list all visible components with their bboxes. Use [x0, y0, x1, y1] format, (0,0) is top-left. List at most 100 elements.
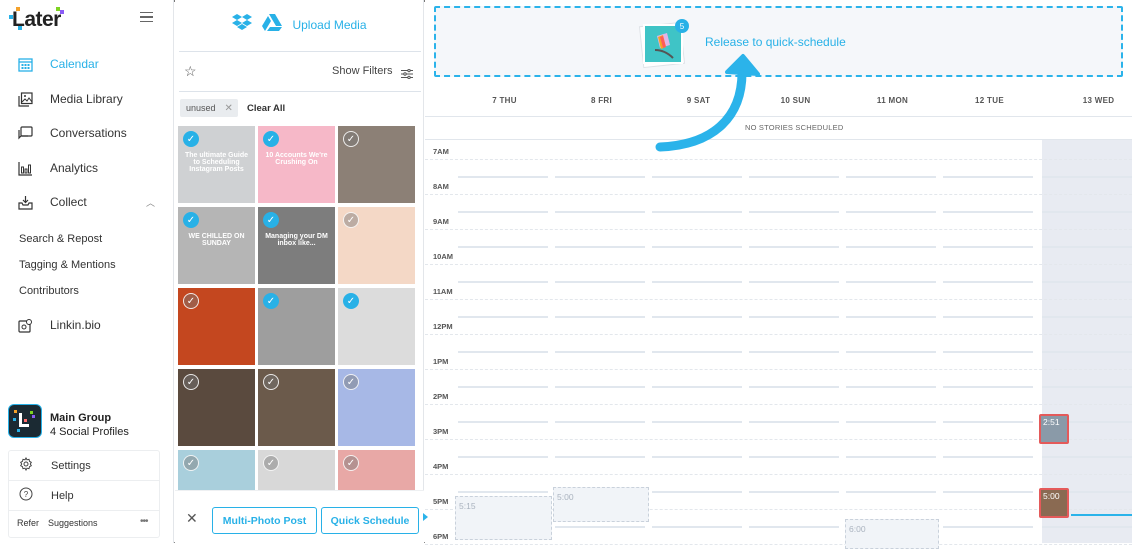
- time-slot[interactable]: [943, 351, 1033, 353]
- time-slot[interactable]: [458, 351, 548, 353]
- time-slot[interactable]: [749, 386, 839, 388]
- show-filters-button[interactable]: Show Filters: [332, 65, 393, 77]
- sub-tagging-mentions[interactable]: Tagging & Mentions: [19, 259, 116, 271]
- time-slot[interactable]: [555, 526, 645, 528]
- media-tile[interactable]: Managing your DM inbox like... ✓: [258, 207, 335, 284]
- unchecked-icon[interactable]: ✓: [343, 212, 359, 228]
- time-slot[interactable]: [555, 351, 645, 353]
- menu-toggle-icon[interactable]: [140, 12, 153, 22]
- unchecked-icon[interactable]: ✓: [183, 374, 199, 390]
- time-slot[interactable]: [458, 456, 548, 458]
- time-slot[interactable]: [555, 386, 645, 388]
- time-slot[interactable]: [749, 176, 839, 178]
- time-slot[interactable]: [458, 491, 548, 493]
- time-slot[interactable]: [749, 246, 839, 248]
- media-tile[interactable]: ✓: [338, 126, 415, 203]
- media-tile[interactable]: The ultimate Guide to Scheduling Instagr…: [178, 126, 255, 203]
- time-slot[interactable]: [943, 176, 1033, 178]
- upload-media-button[interactable]: Upload Media: [292, 18, 366, 32]
- media-tile[interactable]: ✓: [338, 369, 415, 446]
- nav-linkin-bio[interactable]: Linkin.bio: [0, 310, 174, 340]
- help-button[interactable]: ? Help: [9, 481, 159, 511]
- time-slot[interactable]: [458, 246, 548, 248]
- time-slot[interactable]: [1042, 211, 1132, 213]
- time-slot[interactable]: [846, 421, 936, 423]
- time-slot[interactable]: [846, 246, 936, 248]
- time-slot[interactable]: [458, 176, 548, 178]
- time-slot[interactable]: [749, 211, 839, 213]
- time-slot[interactable]: [943, 491, 1033, 493]
- time-slot[interactable]: [749, 316, 839, 318]
- quick-schedule-button[interactable]: Quick Schedule: [321, 507, 419, 534]
- time-slot[interactable]: [1042, 316, 1132, 318]
- media-tile[interactable]: ✓: [178, 369, 255, 446]
- nav-calendar[interactable]: Calendar: [0, 49, 174, 79]
- time-slot[interactable]: [652, 351, 742, 353]
- time-slot[interactable]: [1042, 526, 1132, 528]
- time-slot[interactable]: [943, 526, 1033, 528]
- time-slot[interactable]: [943, 421, 1033, 423]
- time-slot[interactable]: [652, 491, 742, 493]
- time-slot[interactable]: [846, 176, 936, 178]
- suggested-time-slot[interactable]: 5:00: [553, 487, 649, 522]
- unchecked-icon[interactable]: ✓: [263, 374, 279, 390]
- time-slot[interactable]: [652, 176, 742, 178]
- remove-filter-icon[interactable]: ✕: [225, 103, 233, 114]
- time-slot[interactable]: [555, 176, 645, 178]
- time-slot[interactable]: [555, 316, 645, 318]
- time-slot[interactable]: [943, 246, 1033, 248]
- time-slot[interactable]: [555, 281, 645, 283]
- media-tile[interactable]: ✓: [338, 207, 415, 284]
- time-slot[interactable]: [652, 421, 742, 423]
- time-slot[interactable]: [1042, 281, 1132, 283]
- time-slot[interactable]: [943, 386, 1033, 388]
- nav-collect[interactable]: Collect ︿: [0, 187, 174, 217]
- suggested-time-slot[interactable]: 6:00: [845, 519, 939, 549]
- time-slot[interactable]: [749, 351, 839, 353]
- time-slot[interactable]: [652, 526, 742, 528]
- time-slot[interactable]: [846, 491, 936, 493]
- checked-icon[interactable]: ✓: [263, 293, 279, 309]
- checked-icon[interactable]: ✓: [183, 131, 199, 147]
- time-slot[interactable]: [458, 281, 548, 283]
- refer-link[interactable]: Refer: [17, 518, 39, 528]
- media-tile[interactable]: ✓: [338, 288, 415, 365]
- time-slot[interactable]: [846, 351, 936, 353]
- media-tile[interactable]: EAT CAKE✓: [258, 450, 335, 490]
- unchecked-icon[interactable]: ✓: [343, 374, 359, 390]
- unchecked-icon[interactable]: ✓: [263, 455, 279, 471]
- media-tile[interactable]: ✓: [258, 288, 335, 365]
- later-logo[interactable]: Later: [9, 7, 64, 32]
- unchecked-icon[interactable]: ✓: [183, 455, 199, 471]
- time-slot[interactable]: [749, 491, 839, 493]
- time-slot[interactable]: [749, 421, 839, 423]
- nav-conversations[interactable]: Conversations: [0, 118, 174, 148]
- time-slot[interactable]: [846, 211, 936, 213]
- checked-icon[interactable]: ✓: [263, 212, 279, 228]
- more-icon[interactable]: •••: [140, 516, 148, 527]
- time-slot[interactable]: [458, 211, 548, 213]
- time-slot[interactable]: [652, 316, 742, 318]
- time-slot[interactable]: [749, 456, 839, 458]
- account-group[interactable]: Main Group 4 Social Profiles: [8, 404, 168, 440]
- time-slot[interactable]: [1042, 176, 1132, 178]
- time-slot[interactable]: [1042, 351, 1132, 353]
- time-slot[interactable]: [846, 281, 936, 283]
- time-slot[interactable]: [555, 456, 645, 458]
- time-slot[interactable]: [749, 526, 839, 528]
- filter-chip-unused[interactable]: unused ✕: [180, 99, 238, 117]
- multi-photo-post-button[interactable]: Multi-Photo Post: [212, 507, 317, 534]
- sub-search-repost[interactable]: Search & Repost: [19, 233, 102, 245]
- settings-button[interactable]: Settings: [9, 451, 159, 481]
- time-slot[interactable]: [1042, 386, 1132, 388]
- scheduled-post[interactable]: 5:00: [1039, 488, 1069, 518]
- chevron-up-icon[interactable]: ︿: [146, 196, 155, 209]
- sub-contributors[interactable]: Contributors: [19, 285, 79, 297]
- time-slot[interactable]: [846, 386, 936, 388]
- filter-sliders-icon[interactable]: [401, 66, 413, 80]
- time-slot[interactable]: [555, 421, 645, 423]
- suggested-time-slot[interactable]: 5:15: [455, 496, 552, 540]
- suggestions-link[interactable]: Suggestions: [48, 518, 98, 528]
- media-tile[interactable]: WE CHILLED ON SUNDAY ✓: [178, 207, 255, 284]
- scheduled-post[interactable]: 2:51: [1039, 414, 1069, 444]
